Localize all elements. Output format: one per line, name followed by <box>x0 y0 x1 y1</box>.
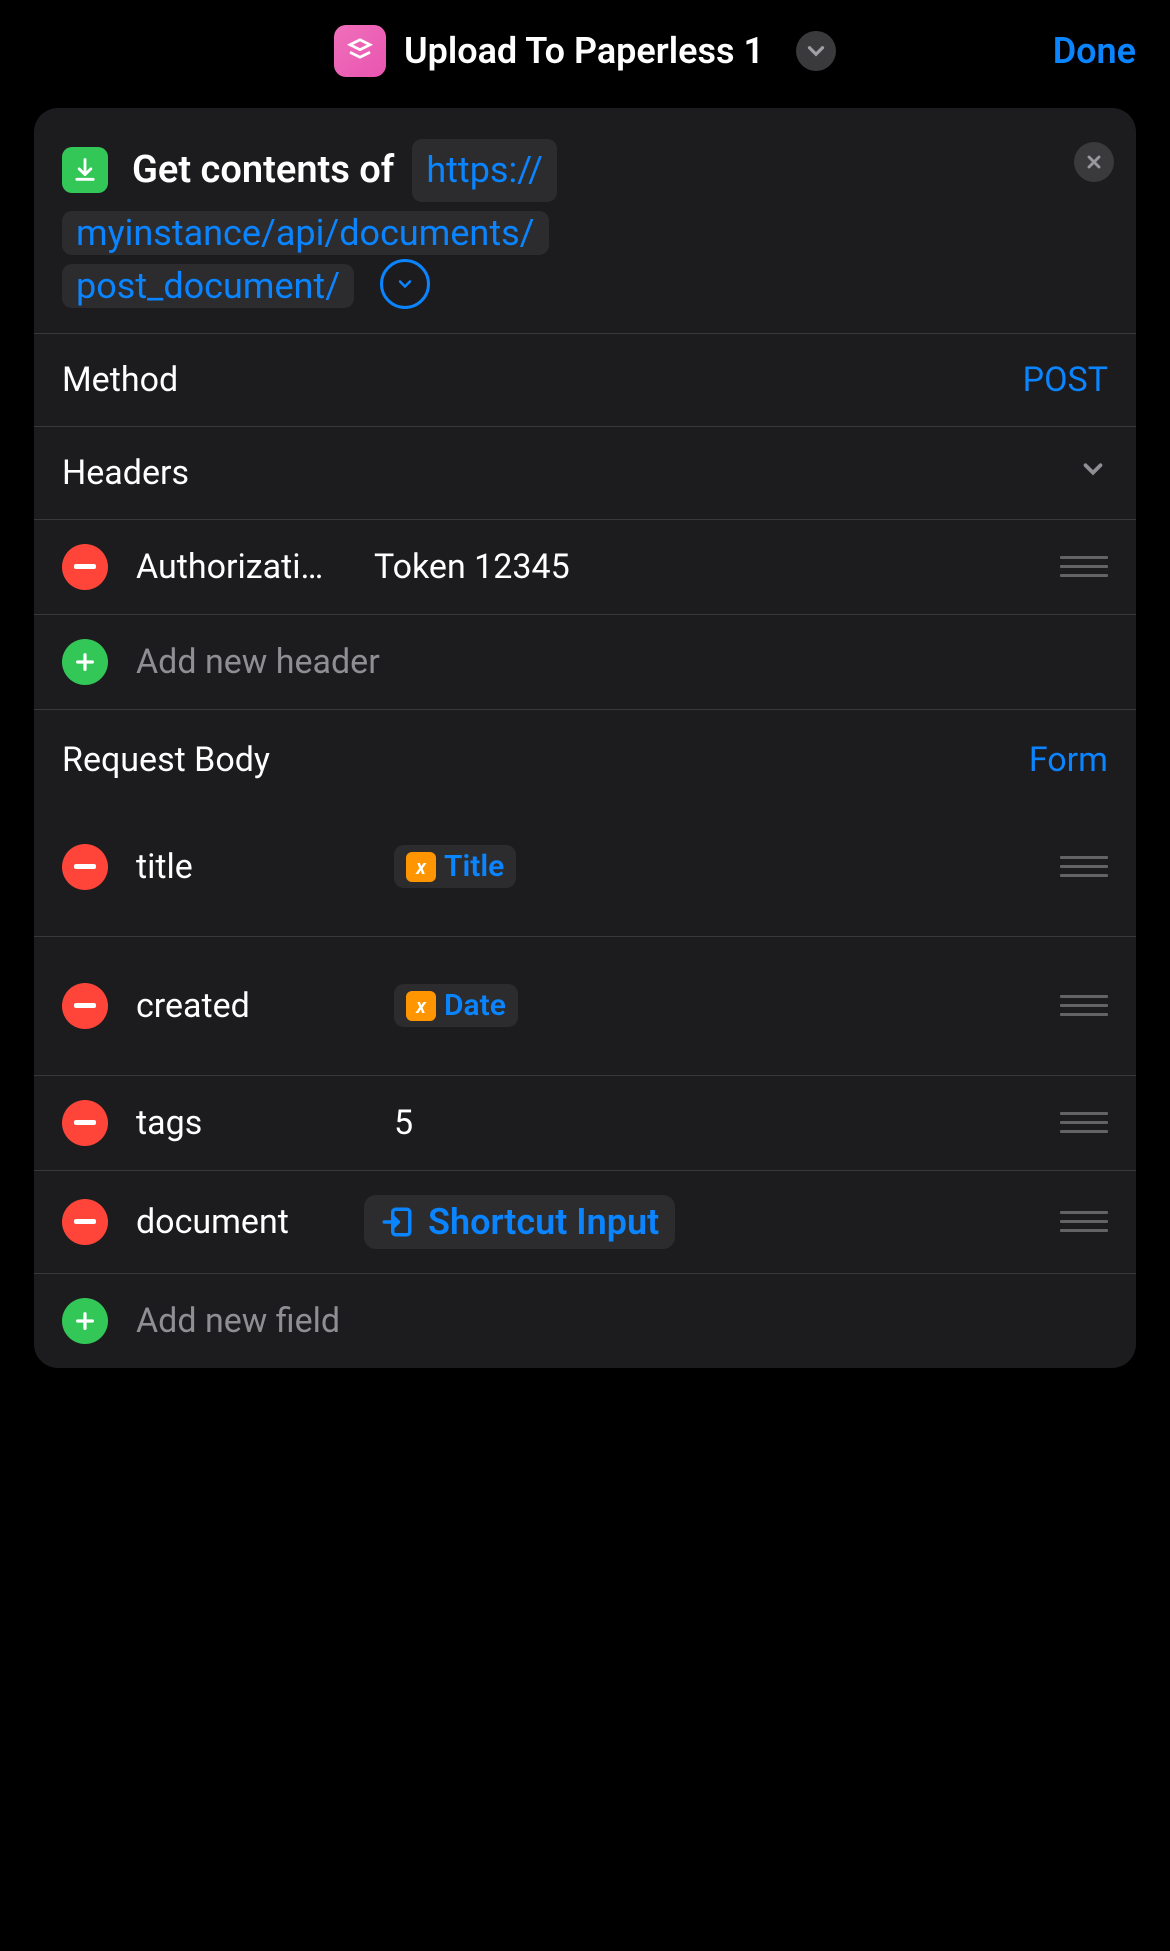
body-field-title[interactable]: title xTitle <box>34 798 1136 937</box>
chevron-down-icon <box>1078 453 1108 493</box>
request-body-value: Form <box>1029 740 1108 780</box>
header-value[interactable]: Token 12345 <box>374 547 1032 587</box>
method-value: POST <box>1023 360 1108 400</box>
field-value[interactable]: 5 <box>394 1103 1032 1143</box>
drag-handle-icon[interactable] <box>1060 1112 1108 1133</box>
add-field-row[interactable]: Add new field <box>34 1274 1136 1368</box>
download-icon <box>62 147 108 193</box>
header-item[interactable]: Authorizati… Token 12345 <box>34 520 1136 615</box>
field-value[interactable]: xTitle <box>394 845 1032 888</box>
body-field-tags[interactable]: tags 5 <box>34 1076 1136 1171</box>
field-key[interactable]: document <box>136 1202 336 1242</box>
field-key[interactable]: tags <box>136 1103 366 1143</box>
field-value[interactable]: Shortcut Input <box>364 1195 1032 1249</box>
variable-icon: x <box>406 852 436 882</box>
url-part-0[interactable]: https:// <box>412 139 557 202</box>
remove-field-button[interactable] <box>62 1100 108 1146</box>
field-key[interactable]: title <box>136 847 366 887</box>
body-field-created[interactable]: created xDate <box>34 937 1136 1076</box>
drag-handle-icon[interactable] <box>1060 995 1108 1016</box>
url-part-1[interactable]: myinstance/api/documents/ <box>62 211 549 255</box>
add-header-row[interactable]: Add new header <box>34 615 1136 710</box>
request-body-row[interactable]: Request Body Form <box>34 710 1136 798</box>
done-button[interactable]: Done <box>1053 30 1136 72</box>
remove-header-button[interactable] <box>62 544 108 590</box>
shortcut-title[interactable]: Upload To Paperless 1 <box>404 30 764 72</box>
shortcuts-app-icon <box>334 25 386 77</box>
remove-field-button[interactable] <box>62 844 108 890</box>
expand-action-button[interactable] <box>380 259 430 309</box>
request-body-label: Request Body <box>62 740 270 780</box>
field-key[interactable]: created <box>136 986 366 1026</box>
drag-handle-icon[interactable] <box>1060 556 1108 577</box>
url-part-2[interactable]: post_document/ <box>62 264 354 308</box>
method-label: Method <box>62 360 178 400</box>
header-key[interactable]: Authorizati… <box>136 547 346 587</box>
remove-field-button[interactable] <box>62 1199 108 1245</box>
method-row[interactable]: Method POST <box>34 334 1136 427</box>
title-dropdown-button[interactable] <box>796 31 836 71</box>
remove-field-button[interactable] <box>62 983 108 1029</box>
drag-handle-icon[interactable] <box>1060 856 1108 877</box>
drag-handle-icon[interactable] <box>1060 1211 1108 1232</box>
add-field-button[interactable] <box>62 1298 108 1344</box>
headers-label: Headers <box>62 453 189 493</box>
action-card: Get contents of https:// myinstance/api/… <box>34 108 1136 1368</box>
add-header-label: Add new header <box>136 642 380 682</box>
add-field-label: Add new field <box>136 1301 340 1341</box>
action-label: Get contents of <box>132 138 394 203</box>
shortcut-input-icon <box>380 1205 414 1239</box>
field-value[interactable]: xDate <box>394 984 1032 1027</box>
add-header-button[interactable] <box>62 639 108 685</box>
headers-row[interactable]: Headers <box>34 427 1136 520</box>
remove-action-button[interactable] <box>1074 142 1114 182</box>
variable-icon: x <box>406 991 436 1021</box>
body-field-document[interactable]: document Shortcut Input <box>34 1171 1136 1274</box>
